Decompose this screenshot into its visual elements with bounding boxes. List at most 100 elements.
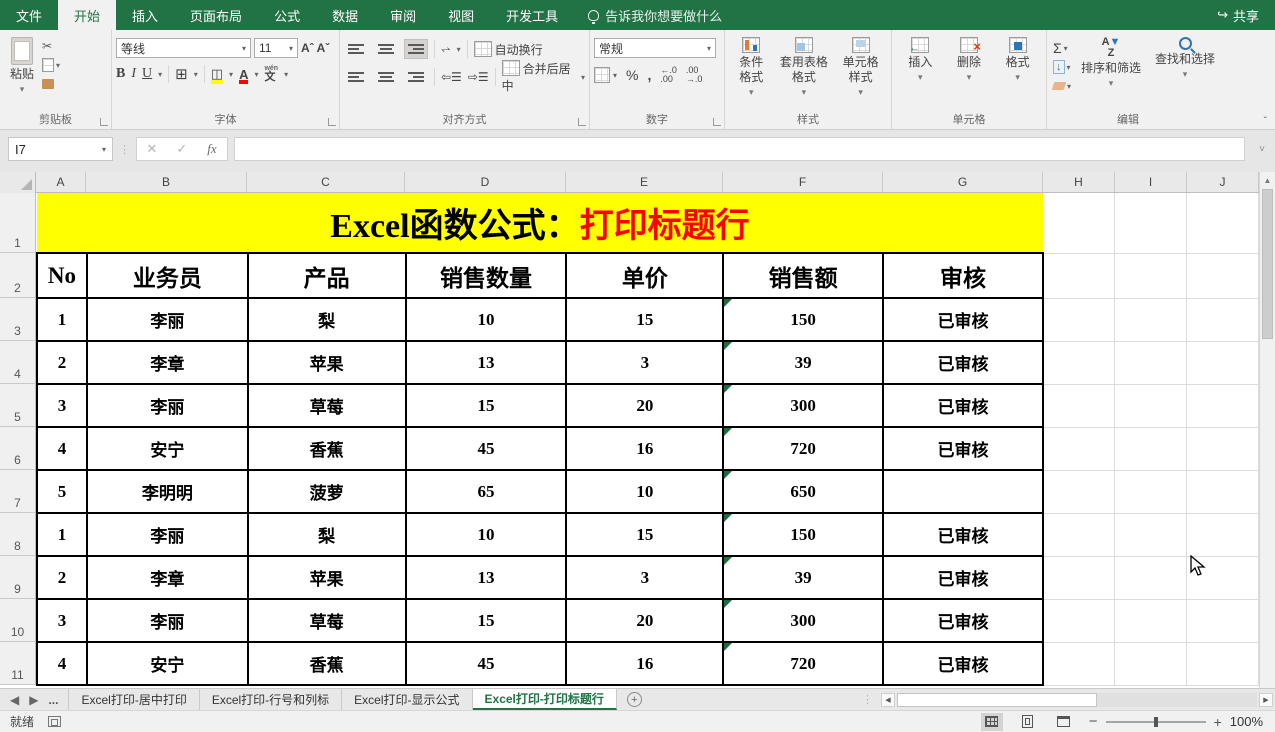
select-all-button[interactable] xyxy=(0,172,36,193)
table-cell[interactable]: 13 xyxy=(406,341,567,384)
row-header-2[interactable]: 2 xyxy=(0,253,36,298)
scroll-up-arrow[interactable]: ▲ xyxy=(1260,172,1275,188)
table-cell[interactable]: 香蕉 xyxy=(248,642,406,685)
empty-cell[interactable] xyxy=(1043,599,1115,642)
table-cell[interactable]: 梨 xyxy=(248,513,406,556)
column-header-C[interactable]: C xyxy=(247,172,405,192)
table-cell[interactable]: 草莓 xyxy=(248,384,406,427)
row-header-8[interactable]: 8 xyxy=(0,513,36,556)
table-cell[interactable]: 3 xyxy=(566,556,723,599)
empty-cell[interactable] xyxy=(1043,253,1115,298)
percent-style-button[interactable]: % xyxy=(626,67,638,83)
align-left-button[interactable] xyxy=(344,67,368,87)
menu-tab-8[interactable]: 开发工具 xyxy=(490,0,574,30)
zoom-slider-thumb[interactable] xyxy=(1154,717,1158,727)
conditional-formatting-button[interactable]: 条件格式 ▾ xyxy=(729,34,774,101)
row-header-3[interactable]: 3 xyxy=(0,298,36,341)
menu-tab-5[interactable]: 数据 xyxy=(316,0,374,30)
empty-cell[interactable] xyxy=(1187,384,1259,427)
fill-color-button[interactable]: ◫ xyxy=(211,66,223,82)
orientation-button[interactable]: ⥋ xyxy=(441,42,451,57)
clear-button[interactable]: ▾ xyxy=(1053,78,1071,94)
vertical-scroll-thumb[interactable] xyxy=(1262,189,1273,339)
table-cell[interactable]: 2 xyxy=(37,341,87,384)
table-cell[interactable]: 已审核 xyxy=(883,556,1043,599)
column-header-B[interactable]: B xyxy=(86,172,247,192)
table-cell[interactable]: 李丽 xyxy=(87,384,248,427)
insert-function-button[interactable]: fx xyxy=(197,141,227,157)
name-box[interactable]: I7▾ xyxy=(8,137,113,161)
sheet-tab-2[interactable]: Excel打印-显示公式 xyxy=(342,689,472,710)
hscroll-left-arrow[interactable]: ◀ xyxy=(881,693,895,707)
table-cell[interactable]: 15 xyxy=(406,599,567,642)
tell-me-box[interactable]: 告诉我你想要做什么 xyxy=(574,0,736,30)
comma-style-button[interactable]: , xyxy=(647,67,651,83)
row-header-11[interactable]: 11 xyxy=(0,642,36,685)
empty-cell[interactable] xyxy=(1115,427,1187,470)
table-cell[interactable]: 720 xyxy=(723,642,883,685)
table-cell[interactable]: 720 xyxy=(723,427,883,470)
enter-entry-button[interactable]: ✓ xyxy=(167,141,197,157)
empty-cell[interactable] xyxy=(1187,253,1259,298)
row-header-5[interactable]: 5 xyxy=(0,384,36,427)
table-cell[interactable]: 150 xyxy=(723,298,883,341)
vertical-scrollbar[interactable]: ▲ xyxy=(1259,172,1275,688)
paste-button[interactable]: 粘贴 ▾ xyxy=(4,34,40,98)
table-cell[interactable]: 150 xyxy=(723,513,883,556)
alignment-dialog-launcher[interactable] xyxy=(578,118,586,126)
table-cell[interactable]: 650 xyxy=(723,470,883,513)
empty-cell[interactable] xyxy=(1115,642,1187,685)
table-cell[interactable]: 梨 xyxy=(248,298,406,341)
wrap-text-button[interactable]: 自动换行 xyxy=(474,41,543,58)
cancel-entry-button[interactable]: ✕ xyxy=(137,141,167,157)
horizontal-scroll-thumb[interactable] xyxy=(897,693,1097,707)
row-header-9[interactable]: 9 xyxy=(0,556,36,599)
empty-cell[interactable] xyxy=(1187,298,1259,341)
table-cell[interactable]: 65 xyxy=(406,470,567,513)
page-layout-view-button[interactable] xyxy=(1017,713,1039,731)
accounting-format-button[interactable] xyxy=(594,67,610,83)
formula-input[interactable] xyxy=(234,137,1245,161)
table-header-cell[interactable]: 销售数量 xyxy=(406,253,567,298)
menu-tab-2[interactable]: 插入 xyxy=(116,0,174,30)
row-header-6[interactable]: 6 xyxy=(0,427,36,470)
table-cell[interactable]: 1 xyxy=(37,513,87,556)
sheet-nav-left[interactable]: ◀ xyxy=(10,693,19,707)
table-cell[interactable]: 已审核 xyxy=(883,298,1043,341)
empty-cell[interactable] xyxy=(1115,298,1187,341)
table-cell[interactable]: 安宁 xyxy=(87,427,248,470)
format-as-table-button[interactable]: 套用表格格式 ▾ xyxy=(774,34,835,101)
empty-cell[interactable] xyxy=(1043,470,1115,513)
empty-cell[interactable] xyxy=(1187,341,1259,384)
borders-button[interactable]: ⊞ xyxy=(175,65,188,83)
expand-formula-bar-button[interactable]: ˅ xyxy=(1251,144,1273,155)
table-cell[interactable]: 16 xyxy=(566,427,723,470)
zoom-out-button[interactable]: − xyxy=(1089,713,1098,730)
table-cell[interactable]: 已审核 xyxy=(883,384,1043,427)
empty-cell[interactable] xyxy=(1043,384,1115,427)
table-cell[interactable]: 李丽 xyxy=(87,298,248,341)
number-dialog-launcher[interactable] xyxy=(713,118,721,126)
new-sheet-button[interactable]: + xyxy=(627,692,642,707)
increase-decimal-button[interactable]: ←.0.00 xyxy=(660,66,677,84)
cell-styles-button[interactable]: 单元格样式 ▾ xyxy=(834,34,887,101)
table-cell[interactable]: 李章 xyxy=(87,341,248,384)
decrease-indent-button[interactable]: ⇦☰ xyxy=(441,70,462,84)
empty-cell[interactable] xyxy=(1043,341,1115,384)
column-header-E[interactable]: E xyxy=(566,172,723,192)
table-cell[interactable]: 4 xyxy=(37,427,87,470)
column-header-D[interactable]: D xyxy=(405,172,566,192)
table-cell[interactable]: 苹果 xyxy=(248,556,406,599)
number-format-select[interactable]: 常规▾ xyxy=(594,38,716,58)
table-header-cell[interactable]: 业务员 xyxy=(87,253,248,298)
copy-button[interactable]: ▾ xyxy=(42,57,60,73)
menu-tab-6[interactable]: 审阅 xyxy=(374,0,432,30)
empty-cell[interactable] xyxy=(1043,193,1115,253)
table-cell[interactable]: 16 xyxy=(566,642,723,685)
sheet-tab-1[interactable]: Excel打印-行号和列标 xyxy=(200,689,342,710)
zoom-slider[interactable] xyxy=(1106,721,1206,723)
format-cells-button[interactable]: 格式 ▾ xyxy=(1000,34,1036,86)
table-cell[interactable]: 13 xyxy=(406,556,567,599)
table-cell[interactable]: 已审核 xyxy=(883,341,1043,384)
empty-cell[interactable] xyxy=(1115,341,1187,384)
